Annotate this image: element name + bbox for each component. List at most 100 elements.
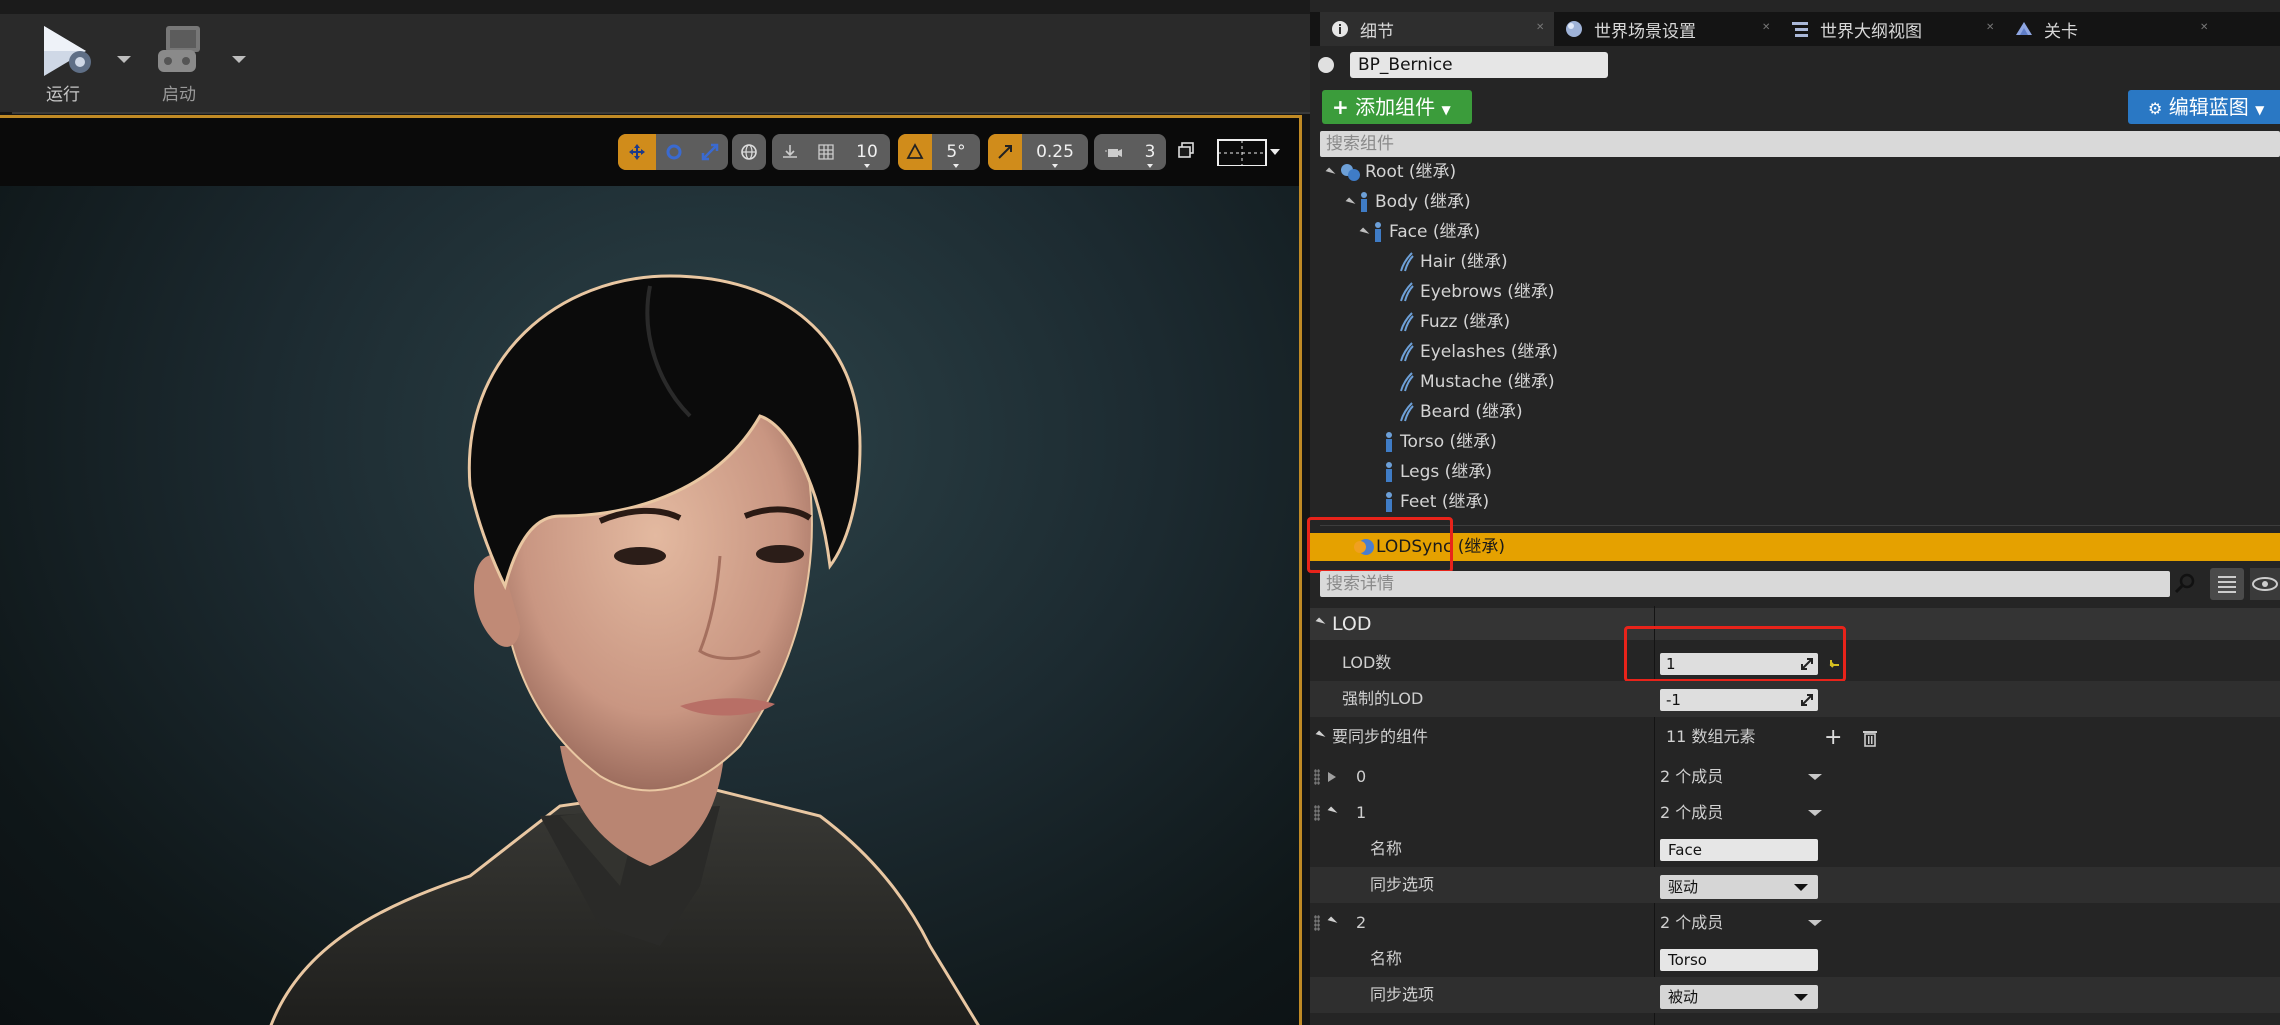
- category-label: LOD: [1332, 613, 1372, 635]
- component-tree: Root (继承) Body (继承) Face (继承) Hair (继承) …: [1310, 158, 2280, 528]
- rotation-snap-value[interactable]: 5°: [932, 134, 980, 170]
- tree-item-legs[interactable]: Legs (继承): [1384, 458, 1492, 486]
- drag-handle-icon[interactable]: [1314, 915, 1320, 931]
- info-icon: [1332, 21, 1348, 37]
- chevron-down-icon[interactable]: [1808, 810, 1822, 816]
- collapse-arrow-icon[interactable]: [1327, 806, 1338, 817]
- search-details-input[interactable]: 搜索详情: [1320, 571, 2170, 597]
- level-viewport[interactable]: 10 5° 0.25 3: [0, 115, 1302, 1025]
- translate-icon: [629, 144, 645, 160]
- sync-option-value: 驱动: [1668, 878, 1699, 896]
- groom-icon: [1400, 282, 1414, 302]
- collapse-arrow-icon[interactable]: [1327, 916, 1338, 927]
- tree-item-face[interactable]: Face (继承): [1359, 218, 1480, 246]
- camera-speed-icon: [1105, 149, 1122, 157]
- play-button[interactable]: 运行: [8, 18, 118, 108]
- tree-item-fuzz[interactable]: Fuzz (继承): [1398, 308, 1510, 336]
- tree-item-eyelashes[interactable]: Eyelashes (继承): [1398, 338, 1558, 366]
- chevron-down-icon[interactable]: [1808, 774, 1822, 780]
- groom-icon: [1400, 342, 1414, 362]
- sync-option-select[interactable]: 驱动: [1660, 875, 1818, 899]
- chevron-down-icon[interactable]: [1808, 920, 1822, 926]
- tree-item-feet[interactable]: Feet (继承): [1384, 488, 1489, 516]
- viewport-layout-button[interactable]: [1216, 138, 1280, 167]
- tab-world-settings[interactable]: 世界场景设置 ✕: [1554, 12, 1780, 46]
- launch-icon: [158, 26, 200, 72]
- tree-item-mustache[interactable]: Mustache (继承): [1398, 368, 1555, 396]
- drag-handle-icon[interactable]: [1314, 805, 1320, 821]
- tab-details[interactable]: 细节 ✕: [1320, 12, 1554, 46]
- groom-icon: [1400, 252, 1414, 272]
- search-icon: [2174, 573, 2195, 594]
- property-row-name: 名称 Face: [1310, 831, 2280, 867]
- plus-icon: +: [1332, 95, 1349, 119]
- tab-details-label: 细节: [1360, 21, 1394, 42]
- layout-icon: [1217, 139, 1280, 167]
- collapse-arrow-icon[interactable]: [1315, 730, 1326, 741]
- translate-tool[interactable]: [618, 134, 656, 170]
- property-label: 名称: [1370, 949, 1403, 968]
- grid-snap-toggle[interactable]: [808, 134, 844, 170]
- rotate-tool[interactable]: [656, 134, 692, 170]
- view-options-button[interactable]: [2250, 568, 2280, 600]
- launch-button[interactable]: 启动: [124, 18, 234, 108]
- annotation-highlight-lodsync: [1307, 517, 1453, 573]
- surface-snap-toggle[interactable]: [772, 134, 808, 170]
- maximize-viewport-button[interactable]: [1178, 142, 1194, 158]
- rotation-snap-toggle[interactable]: [898, 134, 932, 170]
- tree-item-eyebrows[interactable]: Eyebrows (继承): [1398, 278, 1555, 306]
- close-icon[interactable]: ✕: [2200, 23, 2208, 33]
- property-label: 强制的LOD: [1342, 689, 1424, 708]
- scale-snap-toggle[interactable]: [988, 134, 1022, 170]
- array-element-1: 1 2 个成员: [1310, 795, 2280, 831]
- forced-lod-input[interactable]: -1: [1660, 689, 1818, 711]
- play-icon: [44, 26, 91, 76]
- toolbar-divider: [12, 112, 1310, 114]
- tree-item-body[interactable]: Body (继承): [1345, 188, 1471, 216]
- tab-levels[interactable]: 关卡 ✕: [2004, 12, 2218, 46]
- tree-item-root[interactable]: Root (继承): [1325, 158, 1457, 186]
- drag-handle-icon[interactable]: [1314, 769, 1320, 785]
- character-render: [269, 274, 980, 1025]
- tree-item-torso[interactable]: Torso (继承): [1384, 428, 1497, 456]
- property-matrix-button[interactable]: [2210, 568, 2244, 600]
- grid-snap-value[interactable]: 10: [844, 134, 890, 170]
- actor-name-field[interactable]: BP_Bernice: [1350, 52, 1608, 78]
- expand-arrow-icon[interactable]: [1328, 772, 1336, 782]
- property-row-forced-lod: 强制的LOD -1: [1310, 681, 2280, 717]
- tab-world-outliner[interactable]: 世界大纲视图 ✕: [1780, 12, 2004, 46]
- close-icon[interactable]: ✕: [1536, 23, 1544, 33]
- level-editor-pane: 运行 启动 10 5° 0.25 3: [0, 0, 1310, 1025]
- spin-drag-icon: [1801, 694, 1813, 706]
- name-input[interactable]: Face: [1660, 839, 1818, 861]
- globe-icon: [741, 144, 757, 160]
- coordinate-space-toggle[interactable]: [732, 134, 766, 170]
- close-icon[interactable]: ✕: [1762, 23, 1770, 33]
- close-icon[interactable]: ✕: [1986, 23, 1994, 33]
- sync-option-select[interactable]: 被动: [1660, 985, 1818, 1009]
- tree-item-label: Body (继承): [1375, 192, 1471, 212]
- expand-arrow-icon: [1325, 167, 1336, 177]
- member-count: 2 个成员: [1660, 913, 1724, 932]
- chevron-down-icon: ▼: [2255, 103, 2265, 117]
- tree-item-hair[interactable]: Hair (继承): [1398, 248, 1508, 276]
- tree-item-label: Root (继承): [1365, 162, 1457, 182]
- scale-snap-value[interactable]: 0.25: [1022, 134, 1088, 170]
- surface-snap-icon: [783, 145, 797, 158]
- scale-tool[interactable]: [692, 134, 728, 170]
- tab-world-settings-label: 世界场景设置: [1594, 21, 1696, 42]
- trash-icon[interactable]: [1862, 729, 1878, 747]
- tree-item-label: Fuzz (继承): [1420, 312, 1511, 332]
- launch-options-dropdown[interactable]: [232, 56, 246, 63]
- edit-blueprint-button[interactable]: ⚙ 编辑蓝图 ▼: [2128, 90, 2280, 124]
- tree-item-lodsync-selected[interactable]: LODSync (继承): [1310, 533, 2280, 561]
- camera-speed-group[interactable]: 3: [1094, 134, 1166, 170]
- name-input[interactable]: Torso: [1660, 949, 1818, 971]
- actor-icon: [1318, 57, 1334, 73]
- tab-levels-label: 关卡: [2044, 21, 2078, 42]
- add-element-icon[interactable]: +: [1824, 725, 1842, 750]
- tree-item-beard[interactable]: Beard (继承): [1398, 398, 1523, 426]
- add-component-button[interactable]: + 添加组件 ▼: [1322, 90, 1472, 124]
- search-components-input[interactable]: 搜索组件: [1320, 131, 2280, 157]
- gears-icon: ⚙: [2148, 99, 2163, 118]
